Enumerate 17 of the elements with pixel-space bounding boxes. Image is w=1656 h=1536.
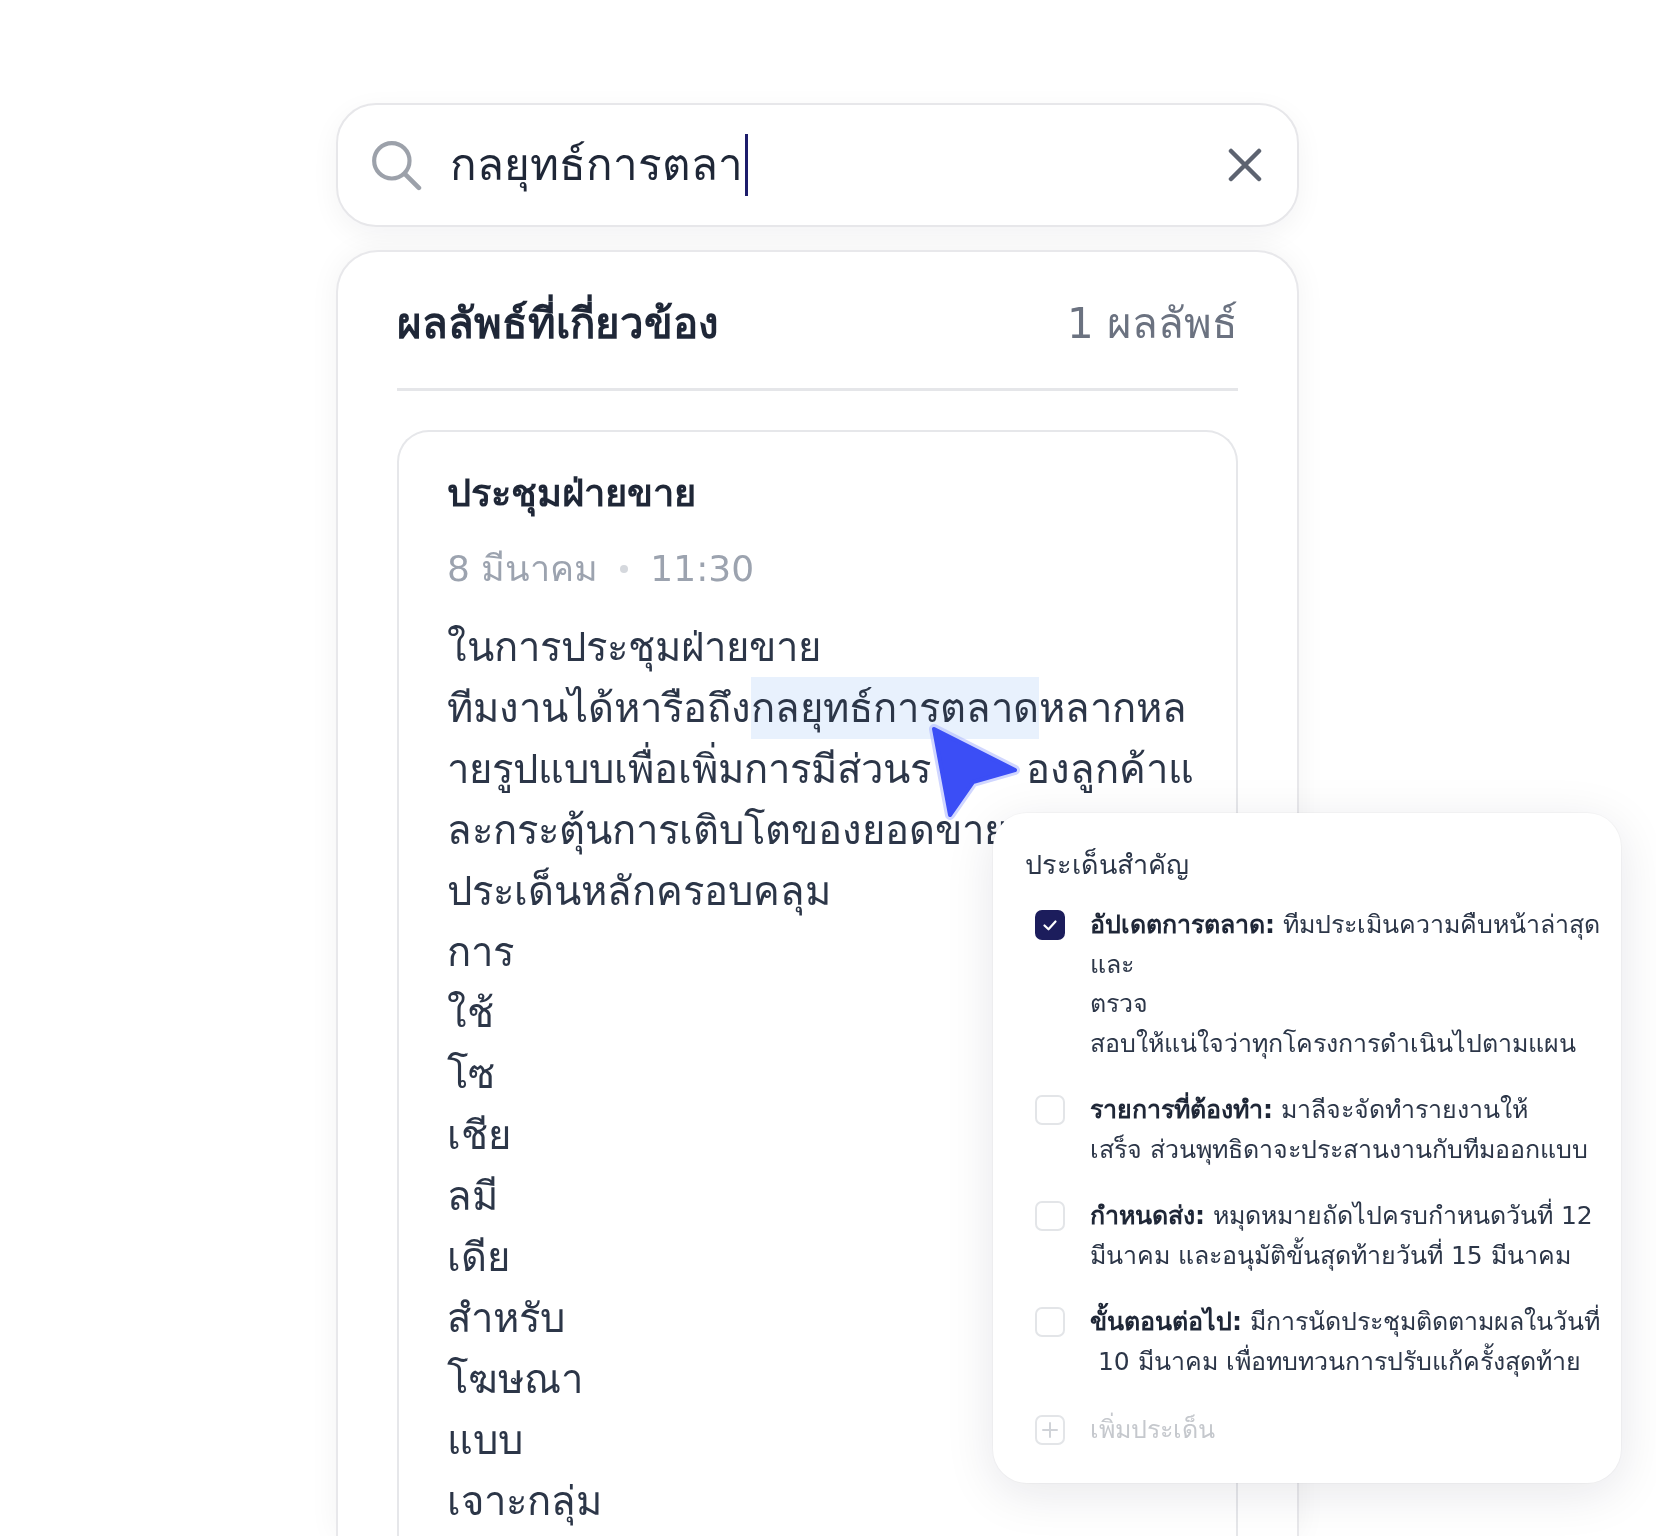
note-title: ประชุมฝ่ายขาย: [447, 470, 696, 517]
key-point-text: ขั้นตอนต่อไป: มีการนัดประชุมติดตามผลในวันที่ 10 มีนาคม เพื่อทบทวนการปรับแก้ครั้งสุดท้าย: [1090, 1302, 1600, 1381]
result-count: 1 ผลลัพธ์: [1066, 298, 1238, 350]
key-points-title: ประเด็นสำคัญ: [1025, 847, 1189, 882]
plus-icon: [1035, 1414, 1065, 1445]
key-point-text: กำหนดส่ง: หมุดหมายถัดไปครบกำหนดวันที่ 12 มีนาคม และอนุมัติขั้นสุดท้ายวันที่ 15 มีนาคม: [1090, 1196, 1593, 1275]
note-time: 11:30: [650, 547, 755, 591]
close-icon: [1228, 148, 1262, 182]
search-field[interactable]: กลยุทธ์การตลา: [336, 103, 1299, 227]
checkbox[interactable]: [1035, 910, 1065, 940]
search-icon: [370, 139, 422, 191]
key-point-text: รายการที่ต้องทำ: มาลีจะจัดทำรายงานให้ เสร็จ ส่วนพุทธิดาจะประสานงานกับทีมออกแบบ: [1090, 1090, 1588, 1169]
note-date: 8 มีนาคม: [447, 547, 599, 591]
key-point-text: อัปเดตการตลาด: ทีมประเมินความคืบหน้าล่าสุด และ ตรวจ สอบให้แน่ใจว่าทุกโครงการดำเนินไปตามแผน: [1090, 909, 1600, 1061]
clear-button[interactable]: [1228, 148, 1262, 182]
checkmark-icon: [1043, 919, 1057, 931]
dot-separator-icon: [620, 565, 629, 573]
